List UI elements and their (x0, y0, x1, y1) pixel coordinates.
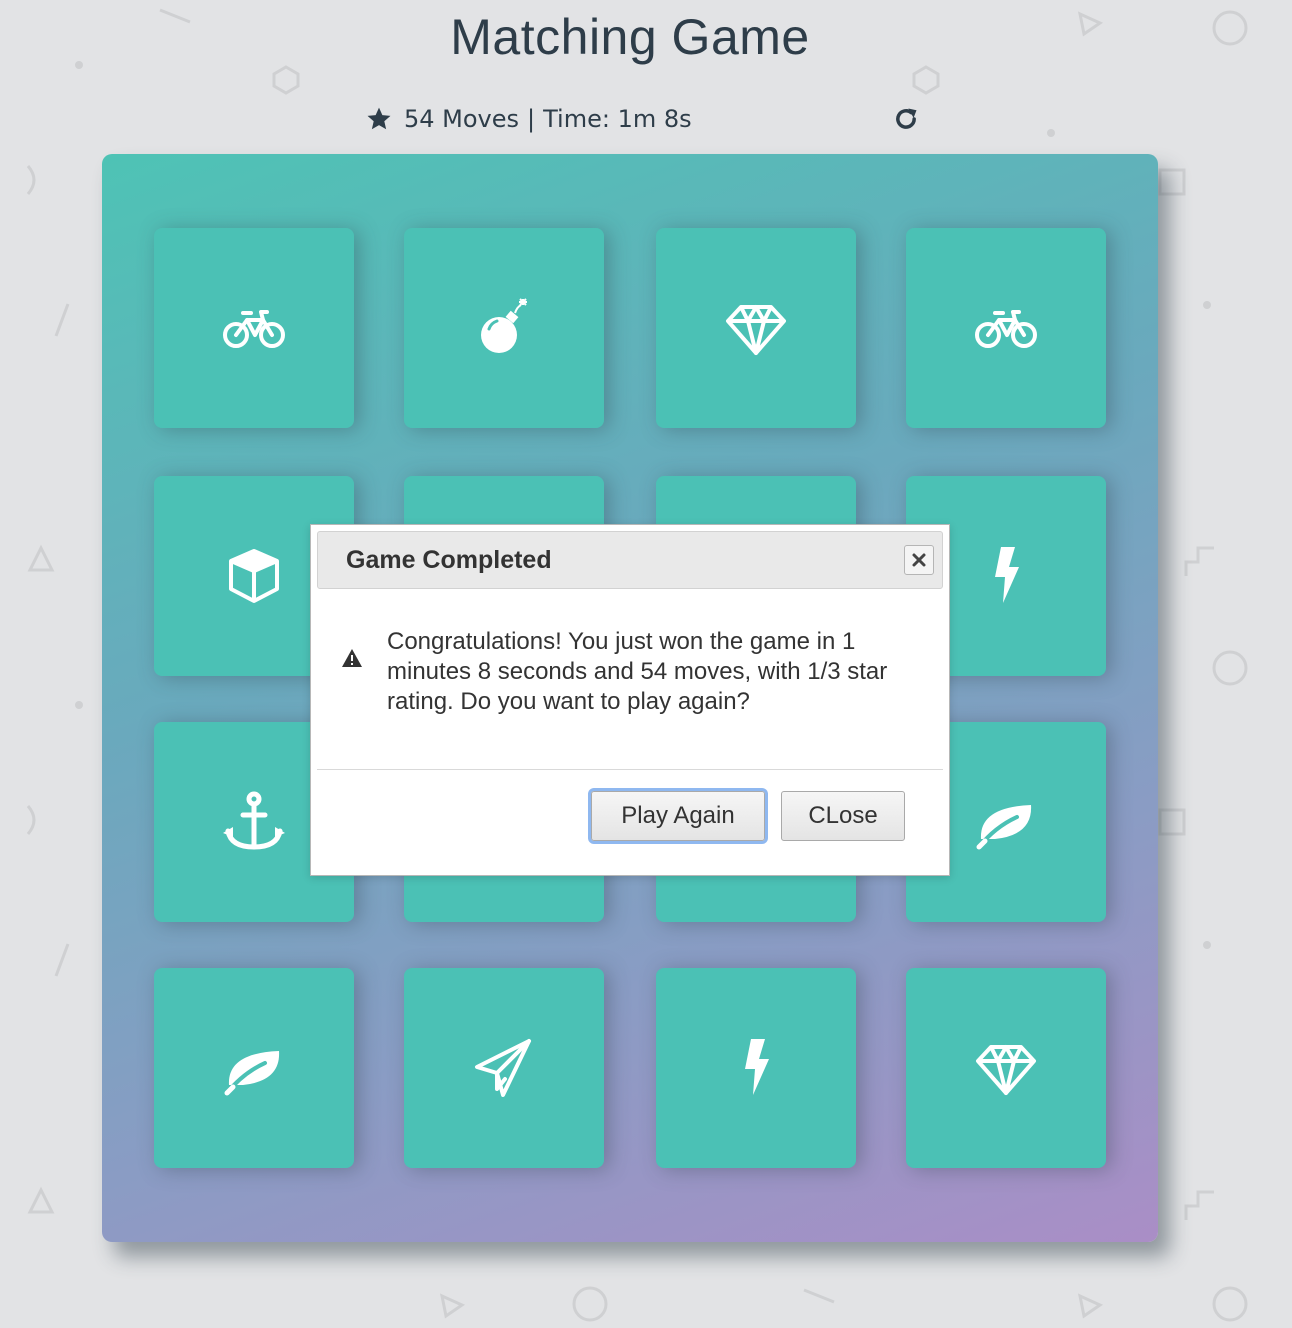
card-leaf[interactable] (154, 968, 354, 1168)
close-button[interactable]: CLose (781, 791, 905, 841)
star-icon (366, 106, 392, 132)
close-icon[interactable] (904, 545, 934, 575)
bicycle-icon (223, 310, 285, 348)
game-completed-dialog: Game Completed Congratulations! You just… (310, 524, 950, 876)
card-bicycle[interactable] (906, 228, 1106, 428)
card-diamond[interactable] (906, 968, 1106, 1168)
bicycle-icon (975, 310, 1037, 348)
moves-counter: 54 Moves (404, 105, 520, 133)
play-again-button[interactable]: Play Again (591, 791, 765, 841)
bolt-icon (745, 1039, 769, 1095)
leaf-icon (976, 805, 1032, 850)
diamond-icon (726, 305, 786, 355)
card-bolt[interactable] (656, 968, 856, 1168)
dialog-divider (317, 769, 943, 770)
cube-icon (229, 549, 279, 603)
diamond-icon (976, 1045, 1036, 1095)
anchor-icon (223, 791, 285, 850)
dialog-message: Congratulations! You just won the game i… (387, 628, 888, 715)
card-bicycle[interactable] (154, 228, 354, 428)
paper-plane-icon (475, 1039, 531, 1097)
bolt-icon (995, 547, 1019, 603)
dialog-body: Congratulations! You just won the game i… (341, 625, 901, 717)
leaf-icon (224, 1051, 280, 1096)
bomb-icon (481, 298, 527, 353)
score-panel: 54 Moves | Time: 1m 8s (366, 98, 926, 140)
score-separator: | (527, 105, 536, 133)
timer: Time: 1m 8s (543, 105, 692, 133)
warning-icon (341, 647, 363, 669)
dialog-title: Game Completed (346, 546, 552, 574)
card-diamond[interactable] (656, 228, 856, 428)
card-bomb[interactable] (404, 228, 604, 428)
restart-icon[interactable] (892, 105, 920, 133)
dialog-header: Game Completed (317, 531, 943, 589)
game-title: Matching Game (450, 9, 810, 65)
card-paper-plane[interactable] (404, 968, 604, 1168)
